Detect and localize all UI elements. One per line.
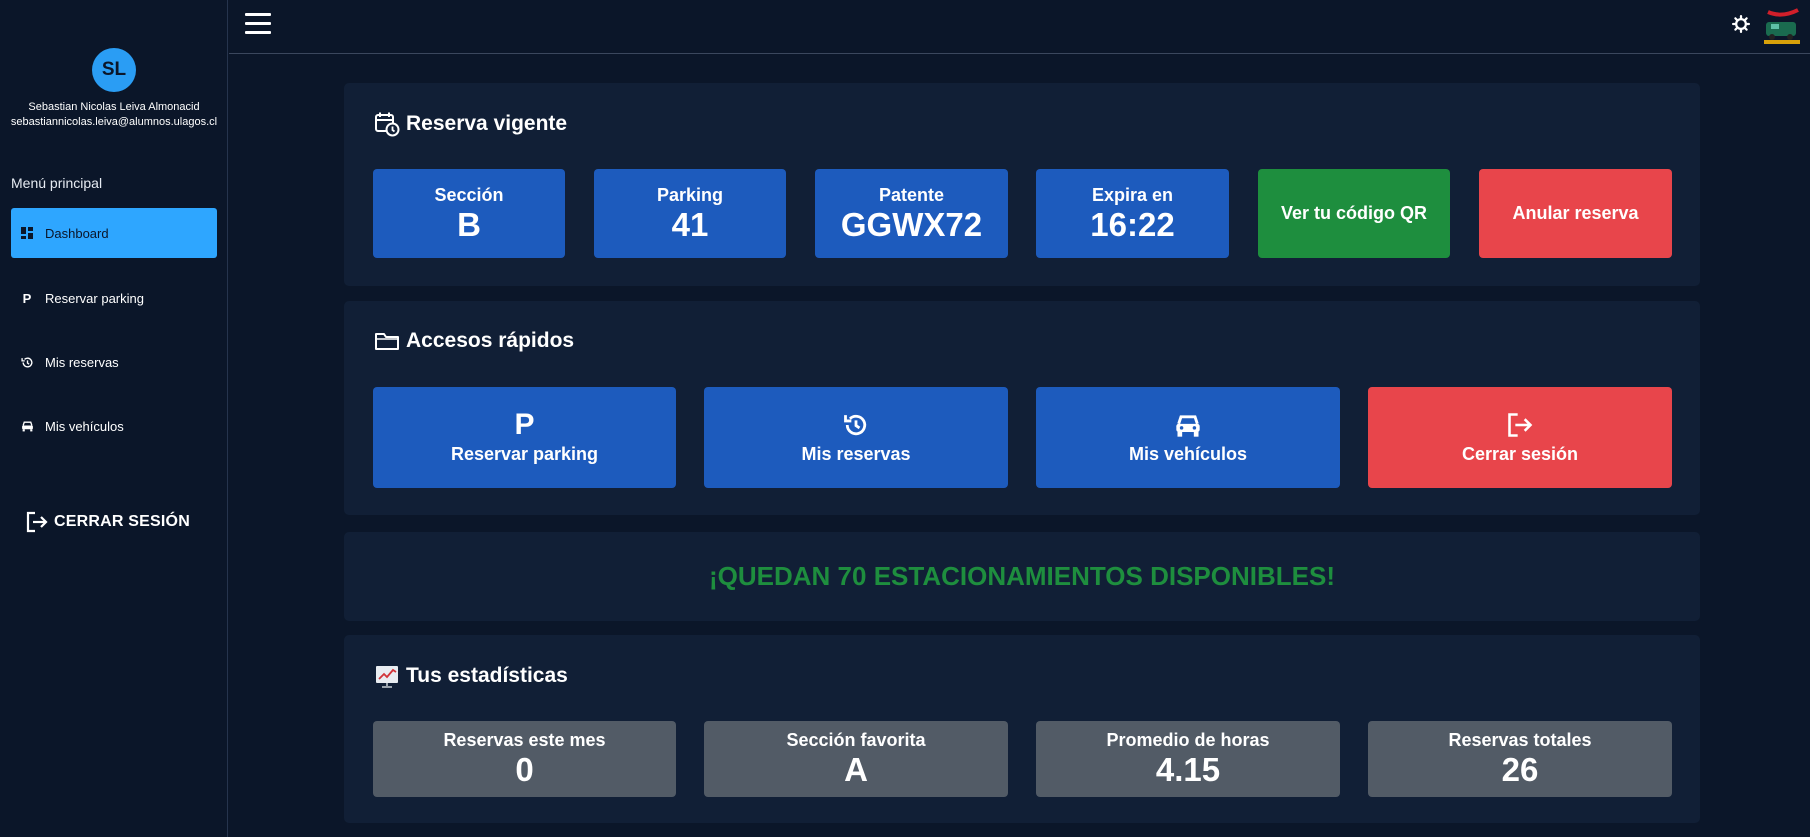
stat-value: 0 [515, 751, 534, 788]
user-name: Sebastian Nicolas Leiva Almonacid [28, 101, 200, 113]
quick-reservar-parking-button[interactable]: P Reservar parking [373, 387, 676, 488]
accesos-rapidos-title-text: Accesos rápidos [406, 329, 575, 352]
reserva-vigente-panel: Reserva vigente Sección B Parking 41 Pat… [344, 83, 1700, 286]
seccion-label: Sección [434, 184, 504, 205]
stat-reservas-totales: Reservas totales 26 [1368, 721, 1672, 797]
quick-cerrar-sesion-button[interactable]: Cerrar sesión [1368, 387, 1672, 488]
history-icon [19, 354, 35, 370]
sidebar-item-reservar-parking[interactable]: P Reservar parking [11, 273, 217, 323]
quick-mis-reservas-label: Mis reservas [801, 444, 911, 464]
sidebar-item-label: Reservar parking [45, 290, 144, 306]
stat-label: Promedio de horas [1106, 730, 1270, 750]
sidebar-item-mis-vehiculos[interactable]: Mis vehículos [11, 401, 217, 451]
avatar: SL [92, 48, 136, 92]
sidebar-item-dashboard[interactable]: Dashboard [11, 208, 217, 258]
sidebar-item-label: Mis vehículos [45, 418, 124, 434]
quick-mis-vehiculos-label: Mis vehículos [1128, 444, 1248, 464]
quick-mis-vehiculos-button[interactable]: Mis vehículos [1036, 387, 1340, 488]
sidebar-logout-button[interactable]: CERRAR SESIÓN [25, 510, 190, 534]
dashboard-icon [19, 225, 35, 241]
expira-tile: Expira en 16:22 [1036, 169, 1229, 258]
car-icon [1173, 410, 1203, 440]
availability-message: ¡QUEDAN 70 ESTACIONAMIENTOS DISPONIBLES! [709, 561, 1335, 591]
reserva-vigente-title-text: Reserva vigente [406, 112, 568, 135]
accesos-rapidos-panel: Accesos rápidos P Reservar parking Mis r… [344, 301, 1700, 515]
parking-icon: P [514, 408, 535, 441]
top-bar [229, 0, 1810, 54]
car-icon [19, 418, 35, 434]
sidebar-item-label: Mis reservas [45, 354, 119, 370]
parking-icon: P [22, 290, 32, 306]
app-logo [1762, 6, 1802, 46]
expira-value: 16:22 [1090, 205, 1175, 243]
patente-value: GGWX72 [840, 205, 983, 243]
quick-cerrar-sesion-label: Cerrar sesión [1461, 444, 1579, 464]
menu-toggle-icon[interactable] [245, 13, 271, 35]
quick-mis-reservas-button[interactable]: Mis reservas [704, 387, 1008, 488]
stat-label: Reservas totales [1448, 730, 1592, 750]
seccion-value: B [457, 205, 481, 243]
accesos-rapidos-title: Accesos rápidos [374, 328, 574, 354]
sidebar-item-label: Dashboard [45, 225, 109, 241]
estadisticas-title-text: Tus estadísticas [406, 664, 568, 687]
parking-value: 41 [671, 205, 709, 243]
anular-reserva-button[interactable]: Anular reserva [1479, 169, 1672, 258]
menu-title: Menú principal [11, 175, 103, 191]
sidebar-logout-label: CERRAR SESIÓN [54, 513, 190, 530]
anular-reserva-label: Anular reserva [1512, 203, 1639, 223]
calendar-clock-icon [374, 111, 400, 137]
stat-label: Sección favorita [786, 730, 926, 750]
ver-qr-button[interactable]: Ver tu código QR [1258, 169, 1450, 258]
history-icon [841, 410, 871, 440]
sidebar-item-mis-reservas[interactable]: Mis reservas [11, 337, 217, 387]
stat-value: 26 [1501, 751, 1539, 788]
logout-icon [25, 510, 49, 534]
stat-promedio-horas: Promedio de horas 4.15 [1036, 721, 1340, 797]
folder-icon [374, 328, 400, 354]
stat-value: A [844, 751, 868, 788]
quick-reservar-parking-label: Reservar parking [450, 444, 599, 464]
patente-tile: Patente GGWX72 [815, 169, 1008, 258]
chart-icon [374, 663, 400, 689]
parking-tile: Parking 41 [594, 169, 786, 258]
stat-seccion-favorita: Sección favorita A [704, 721, 1008, 797]
parking-label: Parking [656, 184, 724, 205]
sidebar: SL Sebastian Nicolas Leiva Almonacid seb… [0, 0, 228, 837]
availability-panel: ¡QUEDAN 70 ESTACIONAMIENTOS DISPONIBLES! [344, 532, 1700, 621]
patente-label: Patente [878, 184, 945, 205]
user-email: sebastiannicolas.leiva@alumnos.ulagos.cl [10, 116, 218, 128]
reserva-vigente-title: Reserva vigente [374, 111, 567, 137]
estadisticas-title: Tus estadísticas [374, 663, 568, 689]
settings-gear-icon[interactable] [1732, 15, 1750, 33]
expira-label: Expira en [1091, 184, 1174, 205]
stat-value: 4.15 [1155, 751, 1221, 788]
stat-label: Reservas este mes [443, 730, 606, 750]
ver-qr-label: Ver tu código QR [1280, 203, 1427, 223]
logout-icon [1505, 410, 1535, 440]
stat-reservas-mes: Reservas este mes 0 [373, 721, 676, 797]
seccion-tile: Sección B [373, 169, 565, 258]
estadisticas-panel: Tus estadísticas Reservas este mes 0 Sec… [344, 635, 1700, 823]
